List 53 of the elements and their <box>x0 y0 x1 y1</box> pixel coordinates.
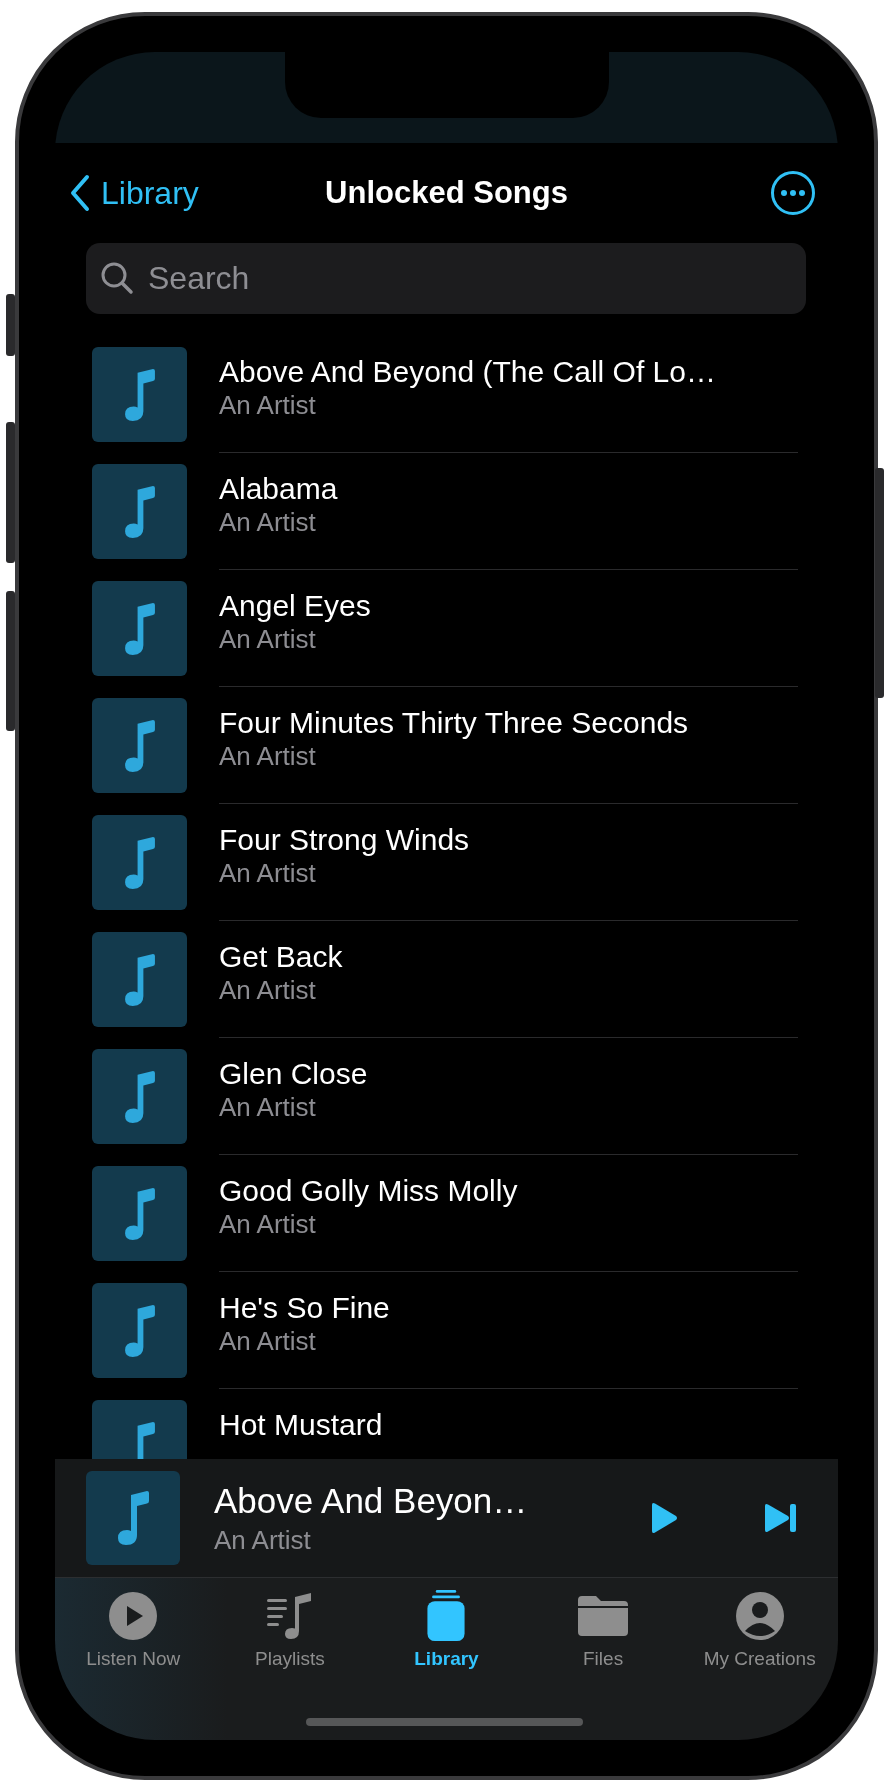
artist-name: An Artist <box>219 975 317 1005</box>
song-row[interactable]: Four Minutes Thirty Three Seconds An Artist <box>92 687 798 804</box>
play-circle-icon <box>108 1590 159 1642</box>
tab[interactable]: Playlists <box>211 1578 369 1688</box>
song-row[interactable]: Above And Beyond (The Call Of Lo… An Artist <box>92 336 798 453</box>
song-title: Angel Eyes <box>219 588 372 624</box>
song-title: Hot Mustard <box>219 1407 384 1443</box>
song-title: Alabama <box>219 471 339 507</box>
song-title: Above And Beyond (The Call Of Lo… <box>219 354 717 390</box>
artist-name: An Artist <box>219 390 317 420</box>
artist-name: An Artist <box>219 1092 317 1122</box>
song-row[interactable]: Four Strong Winds An Artist <box>92 804 798 921</box>
song-row[interactable]: Alabama An Artist <box>92 453 798 570</box>
artist-name: An Artist <box>219 1326 317 1356</box>
song-row[interactable]: He's So Fine An Artist <box>92 1272 798 1389</box>
music-note-icon <box>124 1070 155 1123</box>
chevron-left-icon <box>69 174 91 212</box>
music-note-icon <box>124 1304 155 1357</box>
artist-name: An Artist <box>219 624 317 654</box>
song-title: Four Strong Winds <box>219 822 471 858</box>
artist-name: An Artist <box>219 1209 317 1239</box>
artist-name: An Artist <box>214 1524 312 1556</box>
mini-player[interactable]: Above And Beyon… An Artist <box>55 1459 838 1578</box>
song-row[interactable]: Good Golly Miss Molly An Artist <box>92 1155 798 1272</box>
song-row[interactable]: Get Back An Artist <box>92 921 798 1038</box>
music-note-icon <box>117 1491 149 1545</box>
music-note-icon <box>124 836 155 889</box>
song-title: Good Golly Miss Molly <box>219 1173 519 1209</box>
song-row[interactable]: Glen Close An Artist <box>92 1038 798 1155</box>
music-note-icon <box>124 368 155 421</box>
song-title: Four Minutes Thirty Three Seconds <box>219 705 690 741</box>
music-note-icon <box>124 602 155 655</box>
song-row[interactable]: Angel Eyes An Artist <box>92 570 798 687</box>
artist-name: An Artist <box>219 507 317 537</box>
music-note-icon <box>124 485 155 538</box>
song-title: He's So Fine <box>219 1290 391 1326</box>
page-title: Unlocked Songs <box>325 175 568 211</box>
search-field[interactable]: Search <box>86 243 806 314</box>
tab[interactable]: Library <box>368 1578 525 1688</box>
music-note-icon <box>124 719 155 772</box>
person-circle-icon <box>734 1590 785 1642</box>
back-button[interactable]: Library <box>69 174 199 212</box>
tab[interactable]: My Creations <box>681 1578 838 1688</box>
song-title: Above And Beyon… <box>214 1480 529 1521</box>
tab[interactable]: Files <box>524 1578 682 1688</box>
tab[interactable]: Listen Now <box>55 1578 212 1688</box>
song-title: Get Back <box>219 939 344 975</box>
music-note-icon <box>124 953 155 1006</box>
song-title: Glen Close <box>219 1056 369 1092</box>
more-icon[interactable] <box>770 170 816 216</box>
artist-name: An Artist <box>219 741 317 771</box>
music-note-icon <box>124 1187 155 1240</box>
artist-name: An Artist <box>219 858 317 888</box>
